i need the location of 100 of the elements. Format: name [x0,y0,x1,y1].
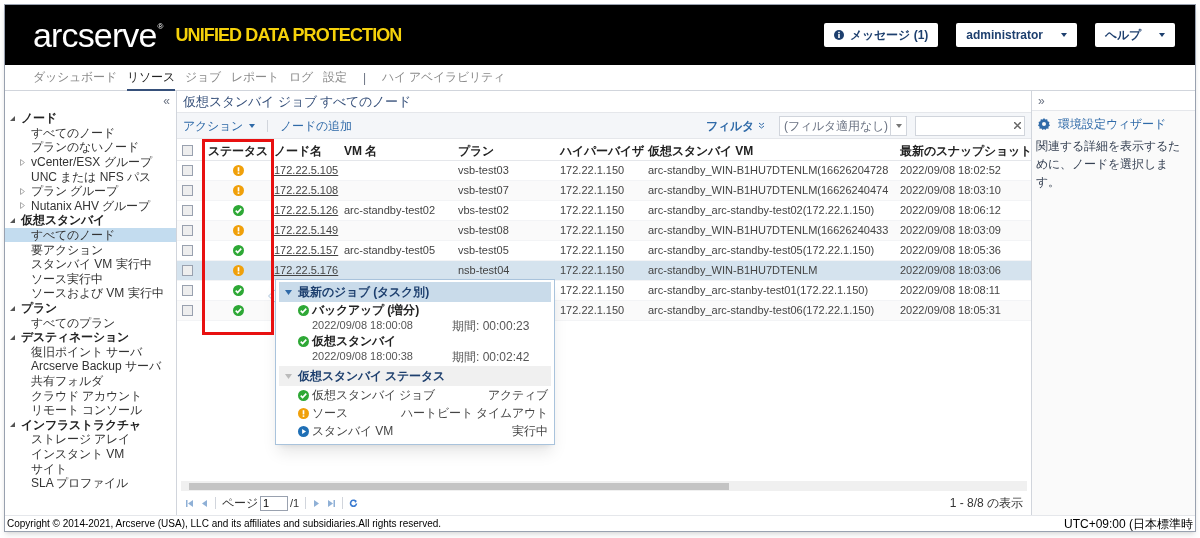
checkbox[interactable] [181,245,193,256]
node-link[interactable]: 172.22.5.176 [274,262,339,279]
tree-item[interactable]: リモート コンソール [5,402,176,418]
tree-item[interactable]: ソース実行中 [5,271,176,287]
tree-item[interactable]: インフラストラクチャ [5,417,176,433]
section-header[interactable]: 仮想スタンバイ ステータス [279,366,551,386]
nav-tab[interactable]: ハイ アベイラビリティ [382,64,506,91]
tree-item[interactable]: プラン グループ [5,183,176,199]
expanded-icon[interactable] [9,304,16,312]
action-menu[interactable]: アクション [183,116,255,135]
horizontal-scrollbar[interactable] [181,481,1027,491]
nav-tab[interactable]: 設定 [323,64,347,91]
table-cell-text: 2022/09/08 18:02:52 [900,163,1001,179]
tree-item[interactable]: 要アクション [5,242,176,257]
expanded-icon[interactable] [9,333,16,341]
tree-item[interactable]: インスタント VM [5,446,176,462]
expanded-icon[interactable] [9,114,16,122]
caret-icon [249,123,255,128]
tree-item[interactable]: SLA プロファイル [5,475,176,491]
checkbox[interactable] [181,305,193,316]
table-cell-text: arc-standby_WIN-B1HU7DTENLM(16626240433 [648,223,889,239]
table-row[interactable]: 172.22.5.108 vsb-test07 172.22.1.150 arc-standby_WIN-B1HU7DTENLM(16626240474 2022/09/08 18:03:10 [177,181,1031,201]
nav-tab[interactable]: レポート [231,64,279,91]
messages-button[interactable]: メッセージ (1) [824,23,939,47]
tree-item[interactable]: ノード [5,111,176,126]
tree-item[interactable]: vCenter/ESX グループ [5,154,176,170]
checkbox[interactable] [181,145,193,156]
nav-tab[interactable]: リソース [127,64,175,91]
table-cell-text: arc-standby-test02 [344,203,436,219]
next-page-icon[interactable] [312,498,322,508]
menu-button[interactable]: administrator [956,23,1077,47]
expanded-icon[interactable] [9,216,16,224]
caret-icon [895,123,902,128]
node-link[interactable]: 172.22.5.126 [274,202,339,219]
checkbox[interactable] [181,225,193,236]
tree-item[interactable]: プランのないノード [5,140,176,155]
table-cell-text: 2022/09/08 18:05:31 [900,303,1001,319]
tree-item[interactable]: すべてのノード [5,125,176,141]
page-label: ページ [222,495,258,512]
add-node-link[interactable]: ノードの追加 [280,116,352,135]
table-cell-text: vsb-test05 [458,243,509,259]
menu-button[interactable]: ヘルプ [1095,23,1175,47]
tree-item[interactable]: UNC または NFS パス [5,169,176,184]
tree-item[interactable]: サイト [5,461,176,476]
tree-item[interactable]: Nutanix AHV グループ [5,198,176,214]
node-link[interactable]: 172.22.5.105 [274,162,339,179]
page-field[interactable]: 1 [260,495,288,511]
tree-item[interactable]: ソースおよび VM 実行中 [5,286,176,301]
tree-item[interactable]: 復旧ポイント サーバ [5,344,176,360]
tree-item[interactable]: クラウド アカウント [5,388,176,403]
table-cell-text: nsb-test04 [458,263,510,279]
column-header[interactable]: 最新のスナップショット [900,141,1032,160]
tree-item[interactable]: すべてのプラン [5,315,176,330]
checkbox[interactable] [181,165,193,176]
search-field[interactable] [915,115,1025,136]
section-header[interactable]: 最新のジョブ (タスク別) [279,282,551,302]
table-cell-text: 2022/09/08 18:03:10 [900,183,1001,199]
checkbox[interactable] [181,265,193,276]
refresh-icon[interactable] [349,498,359,508]
column-header[interactable]: プラン [458,141,494,160]
tree-item[interactable]: デスティネーション [5,329,176,345]
nav-tab[interactable]: ダッシュボード [33,64,117,91]
checkbox[interactable] [181,205,193,216]
checkbox[interactable] [181,185,193,196]
checkbox[interactable] [181,285,193,296]
table-cell-text: 2022/09/08 18:03:06 [900,263,1001,279]
node-link[interactable]: 172.22.5.157 [274,242,339,259]
node-link[interactable]: 172.22.5.149 [274,222,339,239]
tree-item[interactable]: Arcserve Backup サーバ [5,359,176,374]
tree-item[interactable]: 共有フォルダ [5,373,176,389]
filter-dropdown[interactable]: (フィルタ適用なし) [779,115,907,136]
column-header[interactable]: ハイパーバイザ [560,141,644,160]
collapse-button[interactable]: « [163,92,170,110]
expand-button[interactable]: » [1038,91,1045,110]
expanded-icon[interactable] [9,421,16,429]
tree-item[interactable]: プラン [5,300,176,316]
first-page-icon[interactable] [185,498,194,508]
tree-item[interactable]: スタンバイ VM 実行中 [5,256,176,272]
column-header[interactable]: 仮想スタンバイ VM [648,141,754,160]
table-row[interactable]: 172.22.5.176 nsb-test04 172.22.1.150 arc-standby_WIN-B1HU7DTENLM 2022/09/08 18:03:06 [177,261,1031,281]
column-header[interactable]: ノード名 [274,141,322,160]
tree-item[interactable]: すべてのノード [5,227,176,243]
column-header[interactable]: ステータス [208,141,268,160]
clear-icon[interactable] [1014,122,1021,129]
tree-item[interactable]: ストレージ アレイ [5,432,176,447]
wizard-link[interactable]: 環境設定ウィザード [1058,115,1166,133]
filter-button[interactable]: フィルタ [706,116,765,135]
caret-icon [285,373,292,379]
info-icon [834,30,845,40]
nav-tab[interactable]: ログ [289,64,313,91]
table-cell-text: 172.22.1.150 [560,303,625,319]
tree-item[interactable]: 仮想スタンバイ [5,213,176,228]
last-page-icon[interactable] [327,498,337,508]
column-header[interactable]: VM 名 [344,141,378,160]
nav-tab[interactable]: ジョブ [185,64,221,91]
table-row[interactable]: 172.22.5.149 vsb-test08 172.22.1.150 arc-standby_WIN-B1HU7DTENLM(16626240433 2022/09/08 18:03:09 [177,221,1031,241]
previous-page-icon[interactable] [200,498,209,508]
page-title: 仮想スタンバイ ジョブ すべてのノード [183,92,412,111]
collapsed-icon[interactable] [19,158,26,166]
node-link[interactable]: 172.22.5.108 [274,182,339,199]
